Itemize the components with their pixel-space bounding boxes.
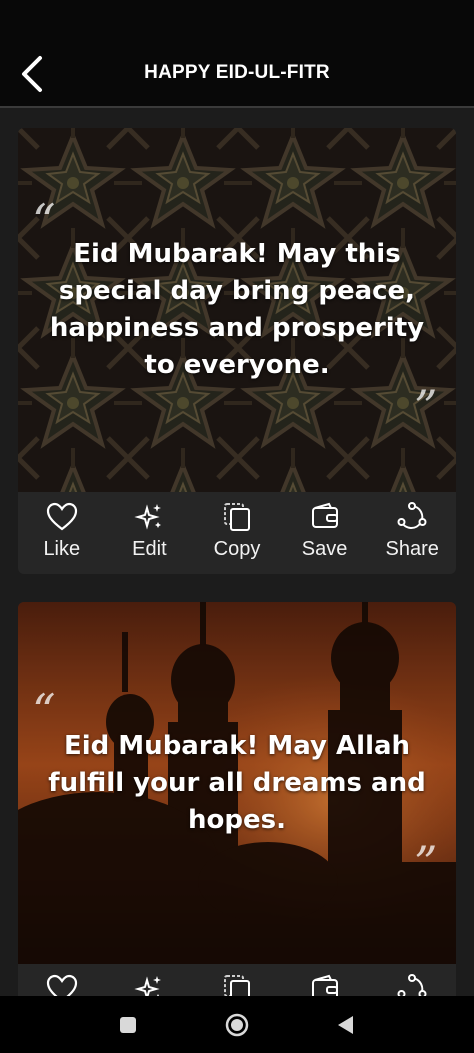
copy-button[interactable]: Copy bbox=[197, 974, 277, 996]
save-label: Save bbox=[301, 538, 348, 560]
quote-image[interactable]: “ Eid Mubarak! May this special day brin… bbox=[18, 128, 456, 492]
sparkles-icon bbox=[134, 976, 162, 996]
sparkles-icon bbox=[134, 504, 162, 530]
share-icon bbox=[397, 974, 427, 996]
app-bar: HAPPY EID-UL-FITR bbox=[0, 0, 474, 108]
wallet-icon bbox=[311, 502, 338, 528]
copy-icon bbox=[223, 975, 250, 996]
recents-icon bbox=[120, 1017, 136, 1033]
copy-button[interactable]: Copy bbox=[197, 502, 277, 561]
share-icon bbox=[397, 502, 427, 529]
system-nav-bar bbox=[0, 996, 474, 1053]
like-button[interactable]: Like bbox=[22, 974, 102, 996]
close-quote-mark: ” bbox=[414, 836, 438, 890]
wallet-icon bbox=[311, 974, 338, 996]
edit-button[interactable]: Edit bbox=[109, 974, 189, 996]
share-button[interactable]: Share bbox=[372, 502, 452, 561]
edit-label: Edit bbox=[132, 538, 167, 560]
heart-icon bbox=[46, 502, 77, 531]
home-icon bbox=[225, 1013, 249, 1037]
quotes-list[interactable]: “ Eid Mubarak! May this special day brin… bbox=[0, 108, 474, 996]
quote-card: “ Eid Mubarak! May this special day brin… bbox=[18, 128, 456, 574]
edit-button[interactable]: Edit bbox=[109, 502, 189, 561]
save-button[interactable]: Save bbox=[285, 502, 365, 561]
page-title: HAPPY EID-UL-FITR bbox=[144, 62, 330, 83]
save-button[interactable]: Save bbox=[285, 974, 365, 996]
like-label: Like bbox=[43, 538, 81, 560]
close-quote-mark: ” bbox=[414, 380, 438, 434]
heart-icon bbox=[46, 974, 77, 996]
like-button[interactable]: Like bbox=[22, 502, 102, 561]
card-action-bar: Like Edit Copy bbox=[18, 492, 456, 574]
system-back-button[interactable] bbox=[331, 1010, 361, 1040]
card-action-bar: Like Edit Copy bbox=[18, 964, 456, 996]
share-label: Share bbox=[385, 538, 439, 560]
copy-icon bbox=[223, 503, 250, 531]
share-button[interactable]: Share bbox=[372, 974, 452, 996]
copy-label: Copy bbox=[213, 538, 261, 560]
quote-text: Eid Mubarak! May Allah fulfill your all … bbox=[48, 731, 426, 835]
quote-text: Eid Mubarak! May this special day bring … bbox=[49, 239, 425, 380]
back-triangle-icon bbox=[338, 1016, 353, 1034]
quote-card: “ Eid Mubarak! May Allah fulfill your al… bbox=[18, 602, 456, 996]
recents-button[interactable] bbox=[113, 1010, 143, 1040]
home-button[interactable] bbox=[222, 1010, 252, 1040]
quote-image[interactable]: “ Eid Mubarak! May Allah fulfill your al… bbox=[18, 602, 456, 964]
